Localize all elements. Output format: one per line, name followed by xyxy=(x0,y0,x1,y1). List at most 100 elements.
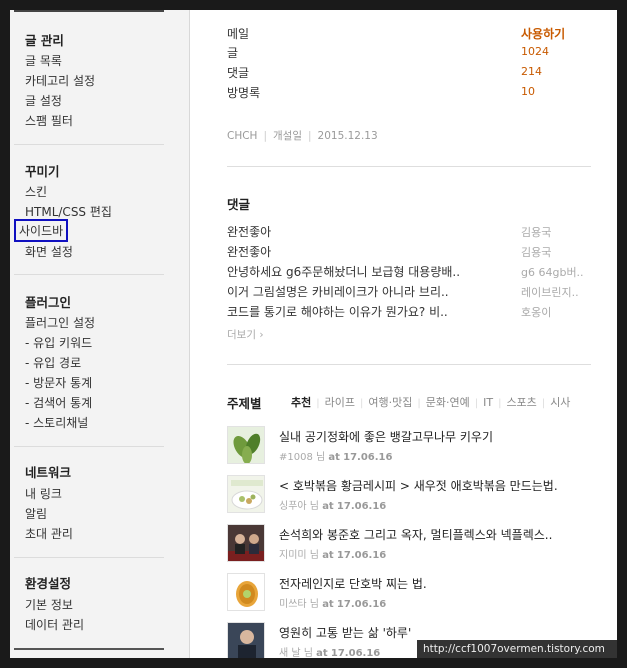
post-date: 17.06.16 xyxy=(343,452,393,463)
post-title[interactable]: 영원히 고통 받는 삶 '하루' xyxy=(279,624,579,641)
at-label: at xyxy=(328,452,340,463)
stat-value-comments[interactable]: 214 xyxy=(521,65,542,78)
by-label: 님 xyxy=(316,452,326,463)
at-label: at xyxy=(322,599,334,610)
post-author: 미쓰타 xyxy=(279,599,307,610)
sidebar-item-basic-info[interactable]: 기본 정보 xyxy=(25,596,73,613)
by-label: 님 xyxy=(309,599,319,610)
by-label: 님 xyxy=(303,648,313,658)
sidebar-item-visitor-stats[interactable]: - 방문자 통계 xyxy=(25,374,92,391)
post-title[interactable]: 전자레인지로 단호박 찌는 법. xyxy=(279,575,579,592)
divider xyxy=(227,364,591,365)
post-date: 17.06.16 xyxy=(336,550,387,561)
topic-tabs: 추천 | 라이프 | 여행·맛집 | 문화·연예 | IT | 스포츠 | 시사 xyxy=(291,396,571,409)
sidebar-item-my-links[interactable]: 내 링크 xyxy=(25,485,62,502)
post-date: 17.06.16 xyxy=(330,648,381,658)
post-meta: #1008 님 at 17.06.16 xyxy=(279,448,392,463)
comment-author: 호옹이 xyxy=(521,306,552,319)
at-label: at xyxy=(322,550,334,561)
sidebar-item-sidebar[interactable]: 사이드바 xyxy=(13,219,69,242)
topic-tab-current-affairs[interactable]: 시사 xyxy=(550,396,570,409)
topic-post[interactable]: < 호박볶음 황금레시피 > 새우젓 애호박볶음 만드는법. 싱푸아 님 at … xyxy=(227,475,607,517)
comments-section-title: 댓글 xyxy=(227,197,251,212)
post-meta: 지미미 님 at 17.06.16 xyxy=(279,546,386,561)
post-author: 지미미 xyxy=(279,550,307,561)
comments-more-link[interactable]: 더보기 › xyxy=(227,327,264,342)
sidebar-item-category-settings[interactable]: 카테고리 설정 xyxy=(25,72,95,89)
sidebar-divider xyxy=(14,648,164,650)
sidebar-divider xyxy=(14,144,164,145)
post-meta: 미쓰타 님 at 17.06.16 xyxy=(279,595,386,610)
opened-label: 개설일 xyxy=(273,130,302,142)
stat-label-comments: 댓글 xyxy=(227,66,250,80)
sidebar-group-title-network: 네트워크 xyxy=(25,465,72,480)
stat-value-mail[interactable]: 사용하기 xyxy=(521,25,565,42)
opened-date: 2015.12.13 xyxy=(317,130,378,142)
post-thumbnail[interactable] xyxy=(227,524,265,562)
topic-tab-culture[interactable]: 문화·연예 xyxy=(426,396,470,409)
comment-author: 김용국 xyxy=(521,246,552,259)
post-thumbnail[interactable] xyxy=(227,475,265,513)
main-content: 메일 사용하기 글 1024 댓글 214 방명록 10 CHCH | 개설일 | 20… xyxy=(191,10,617,658)
blog-name: CHCH xyxy=(227,130,258,142)
comment-text[interactable]: 완전좋아 xyxy=(227,223,487,240)
sidebar-divider xyxy=(14,557,164,558)
by-label: 님 xyxy=(309,550,319,561)
topic-tab-it[interactable]: IT xyxy=(483,396,493,409)
sidebar-divider xyxy=(14,446,164,447)
comment-author: g6 64gb버.. xyxy=(521,266,584,279)
comment-text[interactable]: 코드를 통기로 해야하는 이유가 뭔가요? 비.. xyxy=(227,303,487,320)
post-author: 싱푸아 xyxy=(279,501,307,512)
sidebar-item-spam-filter[interactable]: 스팸 필터 xyxy=(25,112,73,129)
stat-value-posts[interactable]: 1024 xyxy=(521,45,549,58)
comment-text[interactable]: 이거 그림설명은 카비레이크가 아니라 브리.. xyxy=(227,283,487,300)
blog-meta: CHCH | 개설일 | 2015.12.13 xyxy=(227,130,378,142)
by-label: 님 xyxy=(309,501,319,512)
sidebar-item-html-css-edit[interactable]: HTML/CSS 편집 xyxy=(25,203,112,220)
sidebar-item-story-channel[interactable]: - 스토리채널 xyxy=(25,414,88,431)
topic-tab-life[interactable]: 라이프 xyxy=(325,396,355,409)
comment-author: 레이브린지.. xyxy=(521,286,579,299)
topic-post[interactable]: 전자레인지로 단호박 찌는 법. 미쓰타 님 at 17.06.16 xyxy=(227,573,607,615)
sidebar-group-title-decorate: 꾸미기 xyxy=(25,164,60,179)
topics-section-title: 주제별 xyxy=(227,396,262,411)
sidebar-item-skin[interactable]: 스킨 xyxy=(25,183,47,200)
topic-tab-travel-food[interactable]: 여행·맛집 xyxy=(368,396,412,409)
divider xyxy=(227,166,591,167)
sidebar-item-post-list[interactable]: 글 목록 xyxy=(25,52,62,69)
sidebar-divider xyxy=(14,274,164,275)
stat-label-mail: 메일 xyxy=(227,27,250,41)
post-title[interactable]: 실내 공기정화에 좋은 뱅갈고무나무 키우기 xyxy=(279,428,579,445)
at-label: at xyxy=(316,648,328,658)
sidebar-item-data-management[interactable]: 데이터 관리 xyxy=(25,616,84,633)
topic-tab-recommended[interactable]: 추천 xyxy=(291,396,311,409)
sidebar-item-inflow-keywords[interactable]: - 유입 키워드 xyxy=(25,334,92,351)
sidebar-item-post-settings[interactable]: 글 설정 xyxy=(25,92,62,109)
post-date: 17.06.16 xyxy=(336,501,387,512)
sidebar-item-notifications[interactable]: 알림 xyxy=(25,505,47,522)
post-meta: 새 날 님 at 17.06.16 xyxy=(279,644,380,658)
sidebar-group-title-preferences: 환경설정 xyxy=(25,576,72,591)
sidebar-item-inflow-path[interactable]: - 유입 경로 xyxy=(25,354,81,371)
post-author: #1008 xyxy=(279,452,313,463)
topic-tab-sports[interactable]: 스포츠 xyxy=(506,396,536,409)
url-watermark: http://ccf1007overmen.tistory.com xyxy=(417,640,617,658)
post-thumbnail[interactable] xyxy=(227,622,265,658)
sidebar-item-plugin-settings[interactable]: 플러그인 설정 xyxy=(25,314,95,331)
post-title[interactable]: 손석희와 봉준호 그리고 옥자, 멀티플렉스와 넥플렉스.. xyxy=(279,526,579,543)
topic-post[interactable]: 손석희와 봉준호 그리고 옥자, 멀티플렉스와 넥플렉스.. 지미미 님 at … xyxy=(227,524,607,566)
topic-post[interactable]: 실내 공기정화에 좋은 뱅갈고무나무 키우기 #1008 님 at 17.06.… xyxy=(227,426,607,468)
comment-text[interactable]: 완전좋아 xyxy=(227,243,487,260)
sidebar-item-invite-management[interactable]: 초대 관리 xyxy=(25,525,73,542)
comment-text[interactable]: 안녕하세요 g6주문해놨더니 보급형 대용량배.. xyxy=(227,263,487,280)
post-thumbnail[interactable] xyxy=(227,573,265,611)
sidebar-group-title-plugins: 플러그인 xyxy=(25,295,72,310)
stat-value-guestbook[interactable]: 10 xyxy=(521,85,535,98)
admin-sidebar: 글 관리 글 목록 카테고리 설정 글 설정 스팸 필터 꾸미기 스킨 HTML… xyxy=(10,10,190,658)
post-title[interactable]: < 호박볶음 황금레시피 > 새우젓 애호박볶음 만드는법. xyxy=(279,477,579,494)
sidebar-item-screen-settings[interactable]: 화면 설정 xyxy=(25,243,73,260)
sidebar-item-search-stats[interactable]: - 검색어 통계 xyxy=(25,394,92,411)
post-thumbnail[interactable] xyxy=(227,426,265,464)
post-meta: 싱푸아 님 at 17.06.16 xyxy=(279,497,386,512)
sidebar-top-bar xyxy=(14,10,164,12)
